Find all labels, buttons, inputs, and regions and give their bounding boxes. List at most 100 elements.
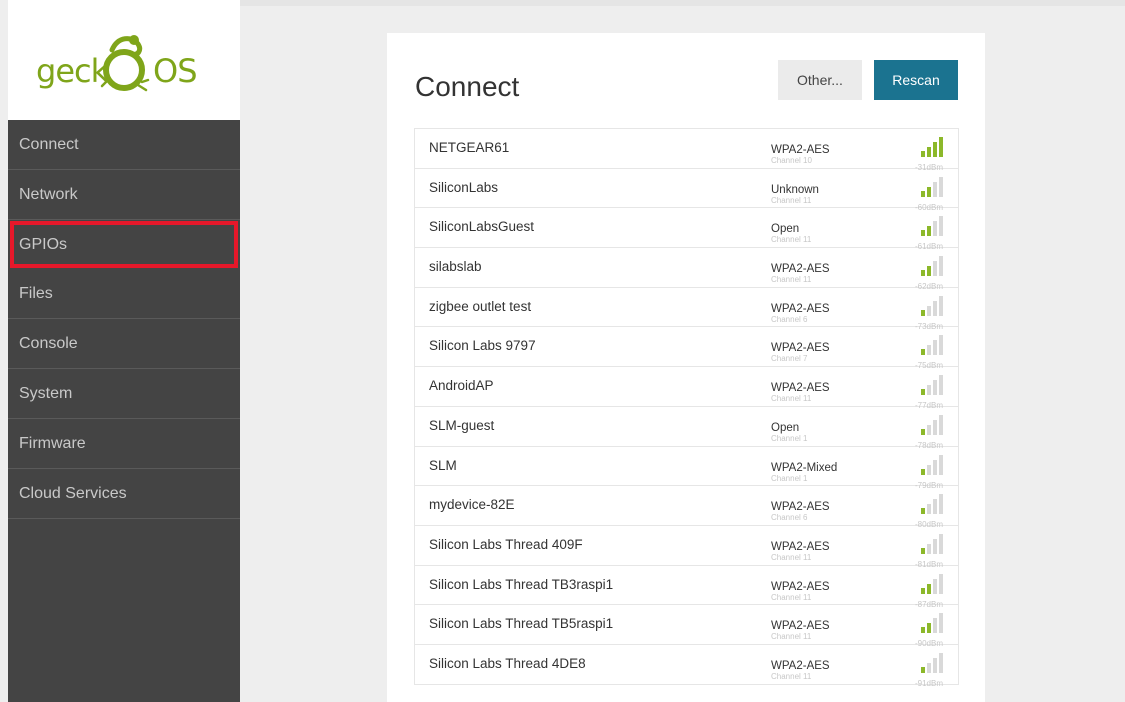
network-row[interactable]: Silicon Labs Thread 4DE8 WPA2-AES Channel …	[415, 645, 958, 688]
signal-bar	[927, 305, 931, 316]
network-row[interactable]: zigbee outlet test WPA2-AES Channel 6 -73dB…	[415, 288, 958, 331]
signal-bar	[921, 349, 925, 356]
signal-bar	[927, 266, 931, 277]
network-list: NETGEAR61 WPA2-AES Channel 10 -31dBm Silicon…	[414, 128, 959, 688]
signal-bar	[939, 295, 943, 316]
network-row[interactable]: Silicon Labs 9797 WPA2-AES Channel 7 -75dBm	[415, 327, 958, 370]
network-channel: Channel 11	[771, 632, 812, 642]
signal-bar	[921, 309, 925, 316]
network-security: WPA2-AES	[771, 540, 830, 553]
signal-bar	[933, 499, 937, 515]
signal-bar	[933, 380, 937, 396]
signal-bar	[921, 627, 925, 634]
network-row[interactable]: SLM-guest Open Channel 1 -78dBm	[415, 407, 958, 450]
network-security: Open	[771, 421, 800, 434]
signal-strength: -60dBm	[915, 175, 947, 212]
signal-bar	[927, 186, 931, 197]
signal-bar	[939, 414, 943, 435]
signal-bar	[927, 345, 931, 356]
signal-strength: -73dBm	[915, 294, 947, 331]
signal-bars-icon	[921, 137, 943, 157]
signal-bar	[939, 256, 943, 277]
signal-dbm: -91dBm	[914, 678, 943, 688]
signal-bar	[927, 543, 931, 554]
network-channel: Channel 10	[771, 156, 812, 165]
signal-bar	[939, 335, 943, 356]
gecko-os-logo[interactable]: geck OS	[36, 30, 216, 100]
network-channel: Channel 11	[771, 552, 812, 562]
network-row[interactable]: silabslab WPA2-AES Channel 11 -62dBm	[415, 248, 958, 291]
signal-bar	[921, 190, 925, 197]
connect-panel: Connect Other... Rescan NETGEAR61 WPA2-AE…	[387, 33, 985, 702]
signal-bar	[927, 424, 931, 435]
network-row[interactable]: Silicon Labs Thread TB3raspi1 WPA2-AES Cha…	[415, 566, 958, 609]
signal-bar	[933, 419, 937, 435]
sidebar-nav: Connect Network GPIOs Files Console System Fir…	[8, 120, 240, 519]
network-row[interactable]: NETGEAR61 WPA2-AES Channel 10 -31dBm	[415, 129, 958, 172]
signal-strength: -91dBm	[915, 651, 947, 688]
network-ssid: silabslab	[429, 259, 482, 275]
network-channel: Channel 11	[771, 235, 812, 245]
network-row[interactable]: Silicon Labs Thread TB5raspi1 WPA2-AES Cha…	[415, 605, 958, 648]
signal-bar	[927, 226, 931, 237]
signal-strength: -87dBm	[915, 572, 947, 609]
signal-bar	[933, 340, 937, 356]
network-row[interactable]: SiliconLabs Unknown Channel 11 -60dBm	[415, 169, 958, 212]
signal-bar	[933, 657, 937, 673]
network-security: WPA2-AES	[771, 144, 830, 156]
signal-bars-icon	[921, 414, 943, 435]
network-security: WPA2-AES	[771, 263, 830, 276]
sidebar-item-files[interactable]: Files	[8, 269, 240, 319]
sidebar-item-connect[interactable]: Connect	[8, 120, 240, 170]
signal-bars-icon	[921, 652, 943, 673]
sidebar-item-gpios[interactable]: GPIOs	[10, 221, 238, 268]
network-ssid: SiliconLabsGuest	[429, 219, 535, 235]
network-channel: Channel 1	[771, 473, 808, 483]
signal-bars-icon	[921, 494, 943, 515]
sidebar-item-console[interactable]: Console	[8, 319, 240, 369]
network-row[interactable]: Silicon Labs Thread 409F WPA2-AES Channel …	[415, 526, 958, 569]
network-channel: Channel 11	[771, 195, 812, 205]
network-ssid: AndroidAP	[429, 378, 494, 394]
network-row[interactable]: AndroidAP WPA2-AES Channel 11 -77dBm	[415, 367, 958, 410]
signal-strength: -77dBm	[915, 373, 947, 410]
network-ssid: Silicon Labs Thread 4DE8	[429, 655, 586, 671]
signal-bar	[927, 504, 931, 515]
signal-bars-icon	[921, 335, 943, 356]
network-row[interactable]: mydevice-82E WPA2-AES Channel 6 -80dBm	[415, 486, 958, 529]
signal-bar	[933, 300, 937, 316]
network-ssid: SiliconLabs	[429, 179, 499, 195]
network-channel: Channel 1	[771, 433, 808, 443]
signal-bars-icon	[921, 454, 943, 475]
network-channel: Channel 6	[771, 314, 808, 324]
network-security: WPA2-AES	[771, 342, 830, 355]
signal-bar	[921, 270, 925, 277]
signal-bar	[921, 230, 925, 237]
network-ssid: Silicon Labs 9797	[429, 338, 536, 354]
signal-bar	[939, 494, 943, 515]
signal-bar	[939, 176, 943, 197]
sidebar-item-network[interactable]: Network	[8, 170, 240, 220]
page-title: Connect	[415, 71, 520, 102]
signal-bar	[933, 142, 937, 157]
network-ssid: Silicon Labs Thread TB3raspi1	[429, 576, 614, 592]
sidebar-item-cloud-services[interactable]: Cloud Services	[8, 469, 240, 519]
signal-strength: -31dBm	[915, 135, 947, 172]
network-security: WPA2-AES	[771, 302, 830, 315]
network-ssid: mydevice-82E	[429, 497, 515, 513]
other-button[interactable]: Other...	[778, 60, 862, 100]
network-row[interactable]: SiliconLabsGuest Open Channel 11 -61dBm	[415, 208, 958, 251]
network-row[interactable]: SLM WPA2-Mixed Channel 1 -79dBm	[415, 447, 958, 490]
sidebar-item-system[interactable]: System	[8, 369, 240, 419]
network-ssid: zigbee outlet test	[429, 298, 532, 314]
signal-bar	[939, 375, 943, 396]
sidebar: geck OS Connect Network GPIOs Files Console S…	[8, 0, 240, 702]
signal-bar	[933, 261, 937, 277]
signal-bar	[921, 389, 925, 396]
network-ssid: Silicon Labs Thread 409F	[429, 536, 583, 552]
rescan-button[interactable]: Rescan	[874, 60, 958, 100]
sidebar-item-firmware[interactable]: Firmware	[8, 419, 240, 469]
signal-bar	[927, 464, 931, 475]
network-security: Open	[771, 223, 800, 236]
signal-strength: -62dBm	[915, 254, 947, 291]
